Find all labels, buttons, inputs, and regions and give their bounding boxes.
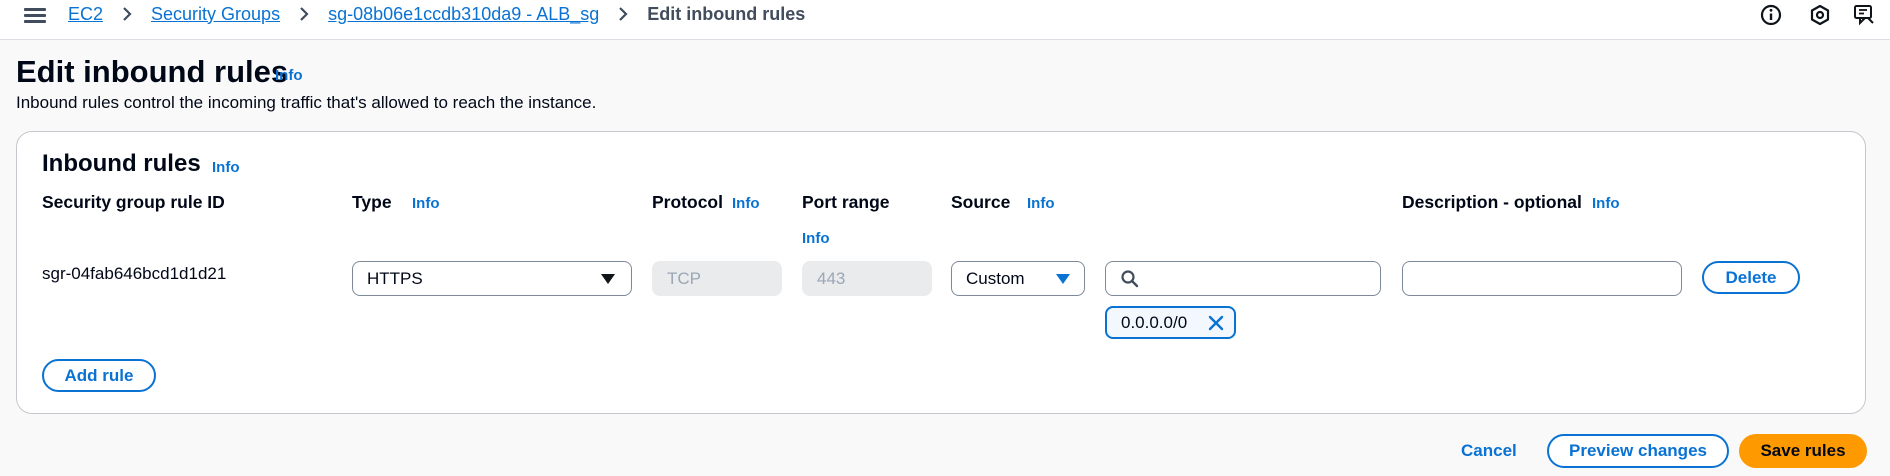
column-header-source: Source xyxy=(951,192,1011,212)
protocol-value: TCP xyxy=(667,268,701,288)
settings-hex-icon[interactable] xyxy=(1808,3,1832,27)
close-icon[interactable] xyxy=(1208,315,1224,331)
breadcrumb-link-ec2[interactable]: EC2 xyxy=(68,4,103,25)
source-type-value: Custom xyxy=(966,268,1025,288)
protocol-field: TCP xyxy=(652,261,782,296)
breadcrumb-current: Edit inbound rules xyxy=(647,3,806,24)
feedback-icon[interactable] xyxy=(1852,3,1876,27)
breadcrumb-link-security-group[interactable]: sg-08b06e1ccdb310da9 - ALB_sg xyxy=(328,4,599,25)
caret-down-icon xyxy=(601,274,615,284)
page-title-info-link[interactable]: Info xyxy=(275,67,303,84)
caret-down-icon xyxy=(1056,274,1070,284)
info-circle-icon[interactable] xyxy=(1759,3,1783,27)
column-header-description: Description - optional xyxy=(1402,192,1582,212)
inbound-rules-container: Inbound rules Info Security group rule I… xyxy=(16,131,1866,414)
search-icon xyxy=(1120,269,1140,294)
hamburger-menu-icon[interactable] xyxy=(24,5,46,25)
preview-changes-button[interactable]: Preview changes xyxy=(1547,434,1729,468)
source-info-link[interactable]: Info xyxy=(1027,195,1055,212)
port-range-field: 443 xyxy=(802,261,932,296)
top-navigation-bar: EC2 Security Groups sg-08b06e1ccdb310da9… xyxy=(0,0,1890,40)
breadcrumb: EC2 Security Groups sg-08b06e1ccdb310da9… xyxy=(68,0,805,28)
type-select[interactable]: HTTPS xyxy=(352,261,632,296)
port-range-info-link[interactable]: Info xyxy=(802,230,830,247)
rule-id-value: sgr-04fab646bcd1d1d21 xyxy=(42,264,227,283)
chevron-right-icon xyxy=(614,5,632,23)
add-rule-button[interactable]: Add rule xyxy=(42,359,156,392)
delete-rule-button[interactable]: Delete xyxy=(1702,261,1800,294)
page-title: Edit inbound rules xyxy=(16,54,289,89)
inbound-rules-heading: Inbound rules xyxy=(42,150,201,177)
source-cidr-token: 0.0.0.0/0 xyxy=(1105,306,1236,339)
source-type-select[interactable]: Custom xyxy=(951,261,1085,296)
protocol-info-link[interactable]: Info xyxy=(732,195,760,212)
description-input[interactable] xyxy=(1402,261,1682,296)
port-range-value: 443 xyxy=(817,268,846,288)
save-rules-button[interactable]: Save rules xyxy=(1739,434,1867,468)
type-select-value: HTTPS xyxy=(367,268,423,288)
chevron-right-icon xyxy=(295,5,313,23)
inbound-rules-info-link[interactable]: Info xyxy=(212,159,240,176)
description-info-link[interactable]: Info xyxy=(1592,195,1620,212)
type-info-link[interactable]: Info xyxy=(412,195,440,212)
page-description: Inbound rules control the incoming traff… xyxy=(16,93,597,112)
column-header-port-range: Port range xyxy=(802,192,890,212)
cancel-button[interactable]: Cancel xyxy=(1461,441,1517,461)
column-header-type: Type xyxy=(352,192,392,212)
column-header-rule-id: Security group rule ID xyxy=(42,192,225,212)
chevron-right-icon xyxy=(118,5,136,23)
source-search-input[interactable] xyxy=(1105,261,1381,296)
source-cidr-value: 0.0.0.0/0 xyxy=(1121,312,1188,332)
column-header-protocol: Protocol xyxy=(652,192,723,212)
breadcrumb-link-security-groups[interactable]: Security Groups xyxy=(151,4,280,25)
